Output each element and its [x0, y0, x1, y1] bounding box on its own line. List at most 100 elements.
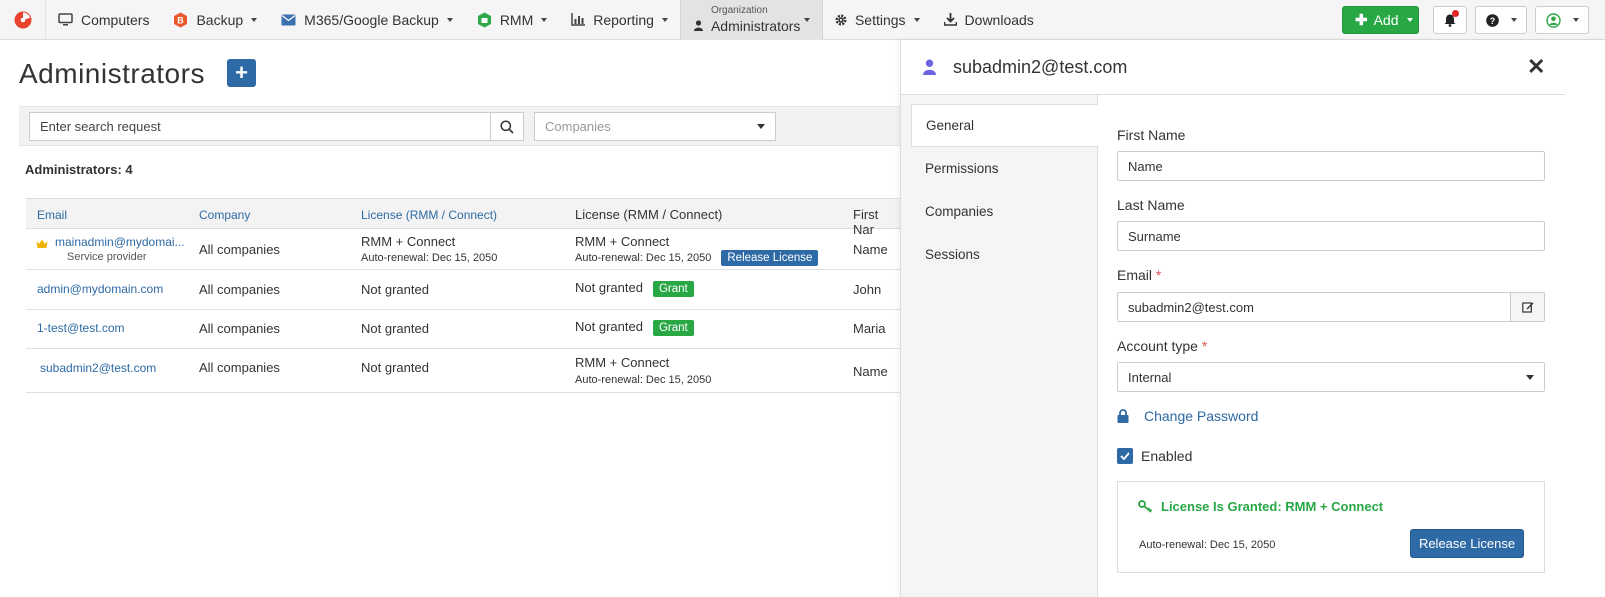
administrator-details-panel: subadmin2@test.com ✕ General Permissions… — [900, 40, 1605, 597]
admin-role: Service provider — [67, 251, 147, 263]
admin-first-name: John — [853, 282, 882, 297]
table-row[interactable]: subadmin2@test.com All companies Not gra… — [26, 349, 900, 393]
checkbox-checked-icon — [1117, 448, 1133, 464]
nav-computers[interactable]: Computers — [46, 0, 161, 40]
filter-bar: Enter search request Companies — [19, 106, 909, 146]
chevron-down-icon — [1526, 374, 1534, 380]
org-menu-labels: Organization Administrators — [710, 6, 801, 34]
chevron-down-icon — [661, 17, 668, 22]
tab-general[interactable]: General — [911, 104, 1098, 147]
admin-email-link[interactable]: 1-test@test.com — [37, 321, 125, 335]
tab-permissions[interactable]: Permissions — [911, 147, 1098, 190]
change-password-label: Change Password — [1144, 408, 1259, 424]
tab-sessions[interactable]: Sessions — [911, 233, 1098, 276]
crown-icon — [36, 237, 48, 252]
chevron-down-icon — [913, 17, 920, 22]
license-card: License Is Granted: RMM + Connect Auto-r… — [1117, 481, 1545, 573]
svg-text:?: ? — [1489, 16, 1495, 26]
license-renewal-2: Auto-renewal: Dec 15, 2050 Release Licens… — [575, 250, 819, 266]
email-field[interactable]: subadmin2@test.com — [1117, 292, 1545, 322]
nav-m365-google-backup[interactable]: M365/Google Backup — [269, 0, 465, 40]
table-row[interactable]: mainadmin@mydomai... Service provider Al… — [26, 229, 900, 270]
release-license-button[interactable]: Release License — [721, 250, 819, 266]
search-button[interactable] — [490, 112, 524, 141]
first-name-field[interactable]: Name — [1117, 151, 1545, 181]
tab-companies-label: Companies — [925, 204, 994, 219]
logo-icon — [14, 11, 31, 28]
nav-organization-administrators[interactable]: Organization Administrators — [679, 0, 823, 40]
add-administrator-button[interactable]: + — [227, 59, 256, 87]
admin-email-link[interactable]: admin@mydomain.com — [37, 282, 163, 296]
nav-right-controls: ✚ Add ? — [1342, 0, 1605, 40]
enabled-checkbox[interactable]: Enabled — [1117, 448, 1192, 464]
email-label: Email * — [1117, 267, 1161, 283]
user-icon — [693, 20, 703, 31]
tab-permissions-label: Permissions — [925, 161, 999, 176]
key-icon — [1138, 500, 1153, 513]
org-menu-current: Administrators — [710, 18, 801, 34]
app-logo[interactable] — [0, 0, 46, 40]
admin-email-link[interactable]: subadmin2@test.com — [40, 361, 156, 375]
add-button[interactable]: ✚ Add — [1342, 6, 1419, 34]
companies-select-placeholder: Companies — [545, 119, 611, 134]
chevron-down-icon — [1406, 18, 1413, 22]
edit-email-button[interactable] — [1510, 293, 1544, 321]
account-type-select[interactable]: Internal — [1117, 362, 1545, 392]
admin-email-link[interactable]: mainadmin@mydomai... — [55, 235, 185, 249]
enabled-label: Enabled — [1141, 448, 1193, 464]
lock-icon — [1117, 409, 1129, 423]
tab-companies[interactable]: Companies — [911, 190, 1098, 233]
license-status-title: License Is Granted: RMM + Connect — [1138, 499, 1383, 514]
nav-rmm[interactable]: RMM — [465, 0, 559, 40]
last-name-label: Last Name — [1117, 197, 1185, 213]
grant-button[interactable]: Grant — [652, 320, 694, 336]
nav-downloads[interactable]: Downloads — [932, 0, 1046, 40]
column-header-email[interactable]: Email — [37, 208, 67, 222]
nav-reporting-label: Reporting — [593, 11, 654, 28]
monitor-icon — [58, 13, 73, 26]
tab-sessions-label: Sessions — [925, 247, 980, 262]
profile-button[interactable] — [1535, 6, 1589, 34]
admin-company: All companies — [199, 321, 280, 336]
license-status-2-text: Not granted — [575, 319, 643, 334]
first-name-label: First Name — [1117, 127, 1186, 143]
license-status: RMM + Connect — [361, 234, 456, 249]
grant-button[interactable]: Grant — [652, 281, 694, 297]
table-row[interactable]: admin@mydomain.com All companies Not gra… — [26, 270, 900, 310]
column-header-company[interactable]: Company — [199, 208, 250, 222]
admin-company: All companies — [199, 360, 280, 375]
column-header-license-2: License (RMM / Connect) — [575, 207, 723, 222]
column-header-license[interactable]: License (RMM / Connect) — [361, 208, 497, 222]
notifications-button[interactable] — [1433, 6, 1467, 34]
license-status-2: RMM + Connect — [575, 234, 670, 249]
nav-reporting[interactable]: Reporting — [559, 0, 680, 40]
table-row[interactable]: 1-test@test.com All companies Not grante… — [26, 310, 900, 349]
mail-icon — [281, 14, 296, 26]
admin-first-name: Name — [853, 364, 888, 379]
license-status: Not granted — [361, 282, 429, 297]
chevron-down-icon — [1510, 18, 1517, 22]
companies-select[interactable]: Companies — [534, 112, 776, 141]
license-status-2: Not granted Grant — [575, 319, 694, 336]
close-icon[interactable]: ✕ — [1527, 54, 1545, 80]
required-mark: * — [1201, 338, 1208, 354]
chevron-down-icon — [541, 17, 548, 22]
admin-first-name: Name — [853, 242, 888, 257]
plus-icon: + — [235, 60, 248, 85]
gear-icon — [835, 14, 847, 26]
search-icon — [500, 119, 514, 134]
search-input[interactable]: Enter search request — [29, 112, 491, 141]
change-password-link[interactable]: Change Password — [1117, 408, 1258, 424]
nav-m365-label: M365/Google Backup — [304, 11, 439, 28]
license-status: Not granted — [361, 360, 429, 375]
nav-backup[interactable]: B Backup — [161, 0, 269, 40]
admin-company: All companies — [199, 282, 280, 297]
release-license-button[interactable]: Release License — [1410, 529, 1524, 558]
page-title: Administrators — [19, 58, 205, 89]
nav-rmm-label: RMM — [499, 11, 534, 28]
account-type-value: Internal — [1128, 369, 1172, 385]
help-button[interactable]: ? — [1475, 6, 1527, 34]
chevron-down-icon — [251, 17, 258, 22]
nav-settings[interactable]: Settings — [823, 0, 932, 40]
last-name-field[interactable]: Surname — [1117, 221, 1545, 251]
